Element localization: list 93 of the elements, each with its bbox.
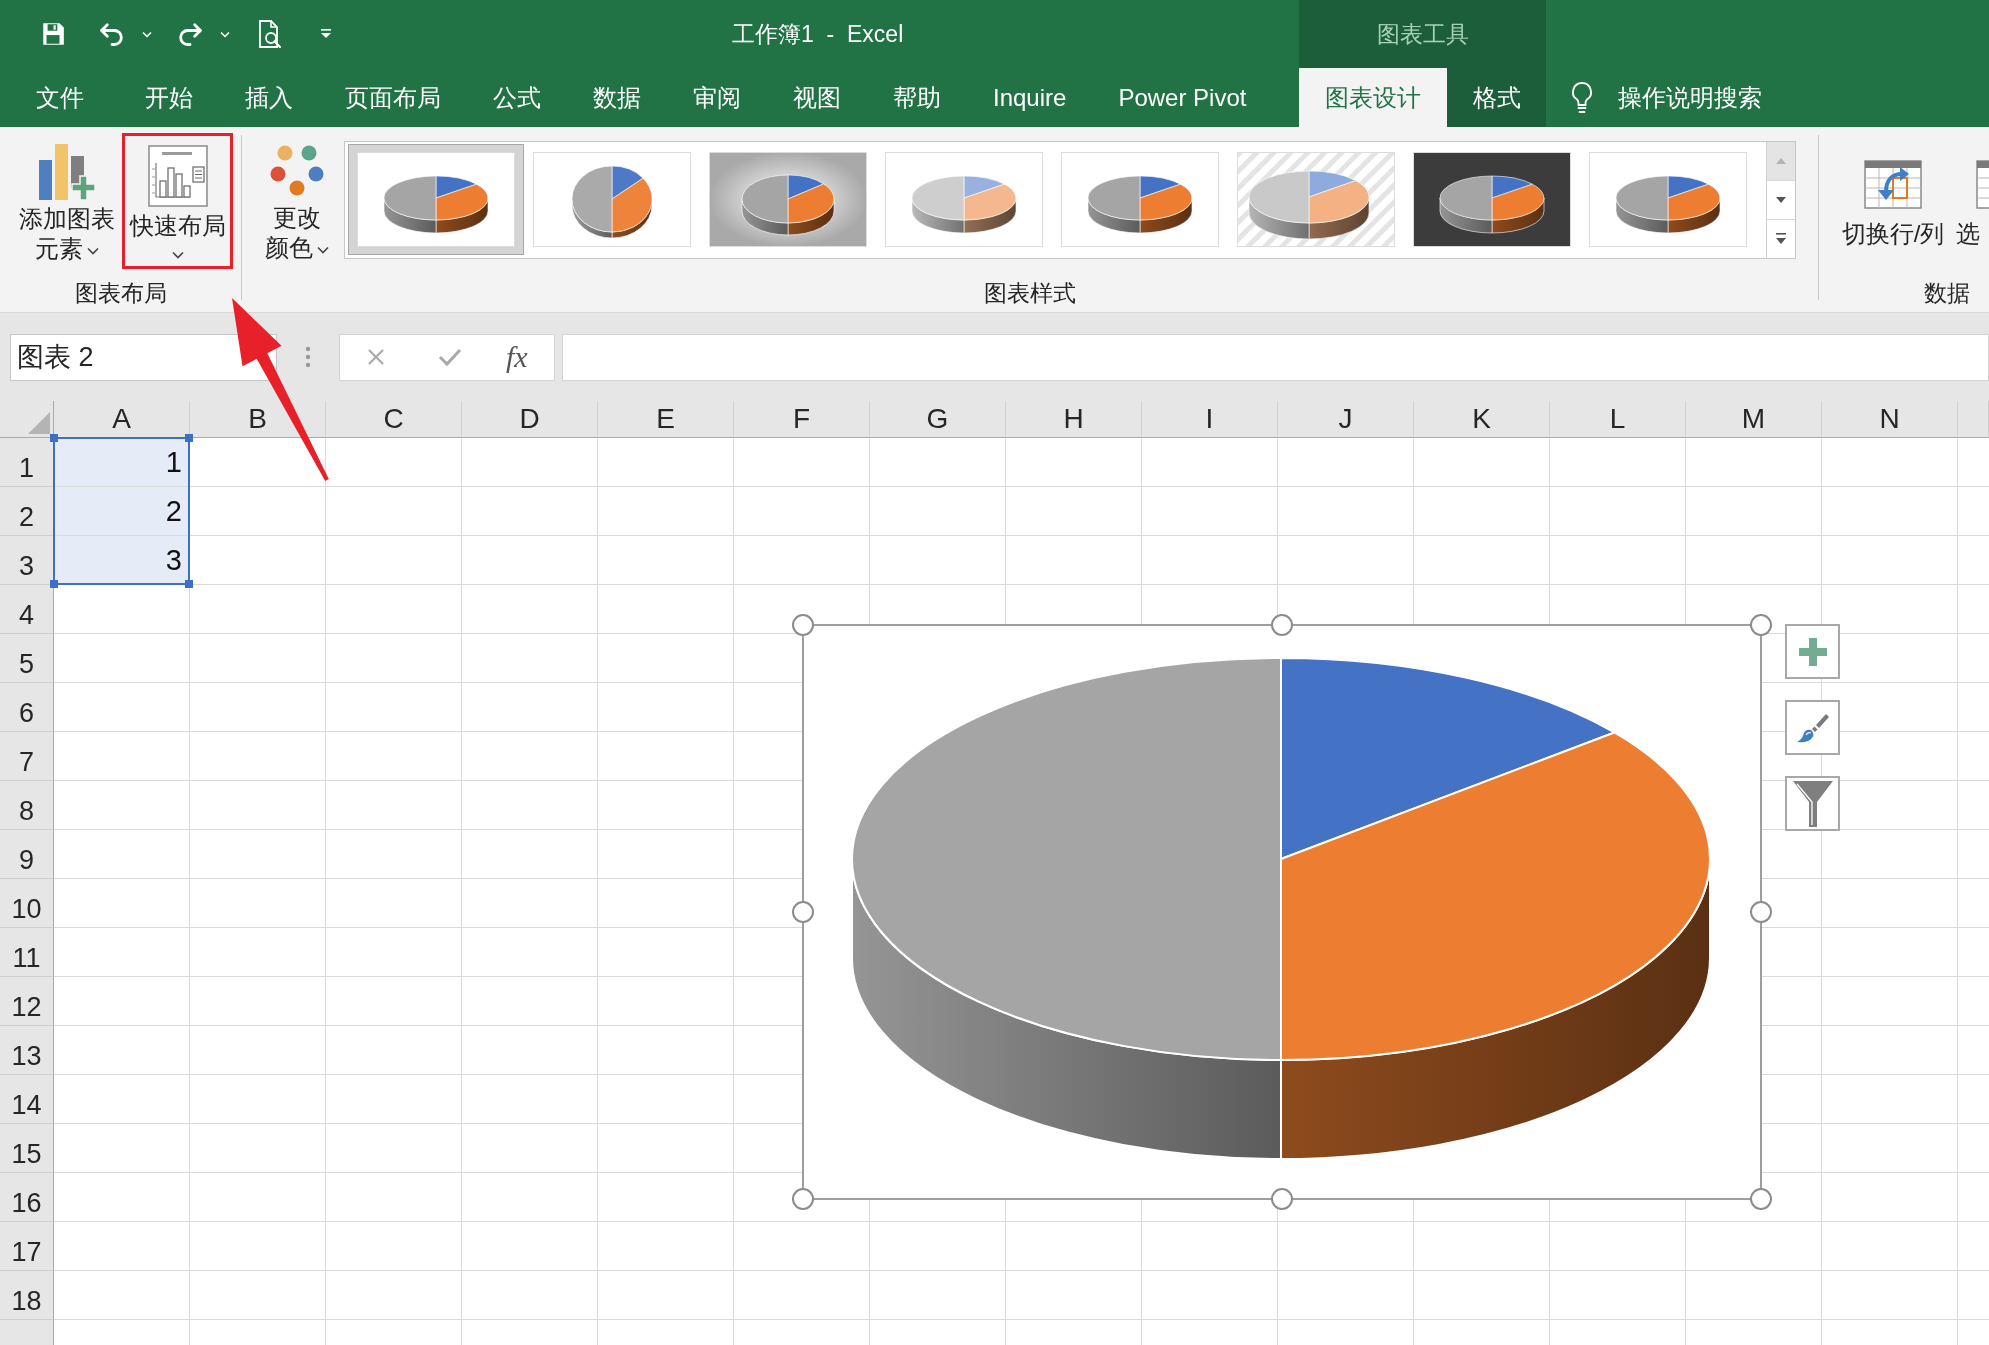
add-chart-element-button[interactable]: 添加图表元素 [12,133,122,269]
contextual-tab-title: 图表工具 [1376,20,1469,48]
row-header[interactable]: 3 [0,536,54,585]
column-header[interactable]: G [870,401,1006,438]
column-header[interactable]: I [1142,401,1278,438]
row-header[interactable]: 17 [0,1222,54,1271]
row-header[interactable]: 16 [0,1173,54,1222]
ribbon-tab[interactable]: 页面布局 [319,68,467,127]
change-colors-button[interactable]: 更改颜色 [259,133,335,269]
ribbon-tab[interactable]: 插入 [219,68,319,127]
chart-area[interactable] [802,624,1762,1200]
column-header[interactable]: J [1278,401,1414,438]
row-header[interactable]: 7 [0,732,54,781]
formula-input[interactable] [562,333,1989,381]
ribbon-tab[interactable]: 数据 [567,68,667,127]
ribbon-tab[interactable]: 公式 [467,68,567,127]
column-header[interactable]: K [1414,401,1550,438]
column-header[interactable]: A [54,401,190,438]
column-header[interactable]: H [1006,401,1142,438]
search-field[interactable]: 操作说明搜索 [1618,79,1770,116]
ribbon-tab[interactable]: 文件 [10,68,119,127]
caret-icon[interactable] [220,30,230,38]
pie-slice[interactable] [1280,731,1711,1160]
select-data-button[interactable]: 选 [1951,133,1989,269]
row-header[interactable]: 1 [0,438,54,487]
row-header[interactable]: 10 [0,879,54,928]
row-header[interactable]: 8 [0,781,54,830]
brush-icon [1795,712,1830,743]
print-preview-icon[interactable] [258,19,282,49]
range-handle[interactable] [50,580,58,588]
row-header[interactable]: 11 [0,928,54,977]
column-header[interactable]: N [1822,401,1958,438]
group-label: 数据 [1924,279,1970,307]
caret-icon [317,245,329,254]
ribbon-tab[interactable]: 图表设计 [1299,68,1447,127]
column-header[interactable]: F [734,401,870,438]
lightbulb-icon[interactable] [1570,80,1594,115]
column-header[interactable]: L [1550,401,1686,438]
range-handle[interactable] [185,580,193,588]
save-icon[interactable] [40,21,66,47]
ribbon-tab[interactable]: 视图 [767,68,867,127]
group-label: 图表样式 [984,279,1076,307]
filter-icon [1791,779,1834,828]
down-arrow-icon [1775,196,1787,204]
chart-layout-icon [147,145,208,207]
column-header[interactable]: C [326,401,462,438]
ribbon-tab[interactable]: 开始 [119,68,219,127]
name-box[interactable]: 图表 2 [10,333,277,381]
row-header[interactable]: 15 [0,1124,54,1173]
expand-icon [1775,233,1787,245]
row-header[interactable]: 6 [0,683,54,732]
cell[interactable]: 2 [54,487,190,535]
chart-style-option[interactable] [348,144,524,255]
grip-icon [305,346,311,368]
customize-icon[interactable] [320,29,332,39]
table-swap-icon [1864,159,1922,209]
insert-function-button[interactable]: fx [506,342,528,372]
chart-styles-button[interactable] [1785,700,1840,755]
row-header[interactable]: 5 [0,634,54,683]
row-header[interactable]: 13 [0,1026,54,1075]
ribbon-tab[interactable]: 格式 [1447,68,1547,127]
column-header[interactable]: D [462,401,598,438]
switch-row-column-button[interactable]: 切换行/列 [1835,133,1951,269]
caret-icon[interactable] [142,30,152,38]
chart-filters-button[interactable] [1785,776,1840,831]
undo-icon[interactable] [98,20,126,48]
cell[interactable]: 3 [54,536,190,584]
chart-elements-button[interactable] [1785,624,1840,679]
pie-slice[interactable] [851,657,1282,1160]
row-header[interactable]: 9 [0,830,54,879]
plus-icon [1798,637,1827,666]
caret-icon [171,251,184,259]
redo-icon[interactable] [176,20,204,48]
ribbon-tab[interactable]: 帮助 [867,68,967,127]
ribbon-tab[interactable]: Inquire [967,68,1093,127]
ribbon-tab[interactable]: 审阅 [667,68,767,127]
row-header[interactable]: 18 [0,1271,54,1320]
row-header[interactable]: 12 [0,977,54,1026]
column-header[interactable]: E [598,401,734,438]
up-arrow-icon [1775,157,1787,165]
range-handle[interactable] [50,434,58,442]
ribbon-tab[interactable]: Power Pivot [1092,68,1273,127]
row-header[interactable]: 2 [0,487,54,536]
window-title: 工作簿1 - Excel [732,20,904,48]
row-header[interactable]: 14 [0,1075,54,1124]
caret-icon [87,246,99,255]
group-label: 图表布局 [74,279,167,307]
row-header[interactable]: 4 [0,585,54,634]
quick-layout-button[interactable]: 快速布局 [122,133,233,269]
column-header[interactable]: M [1686,401,1822,438]
column-header[interactable]: B [190,401,326,438]
cell[interactable]: 1 [54,438,190,486]
range-handle[interactable] [185,434,193,442]
